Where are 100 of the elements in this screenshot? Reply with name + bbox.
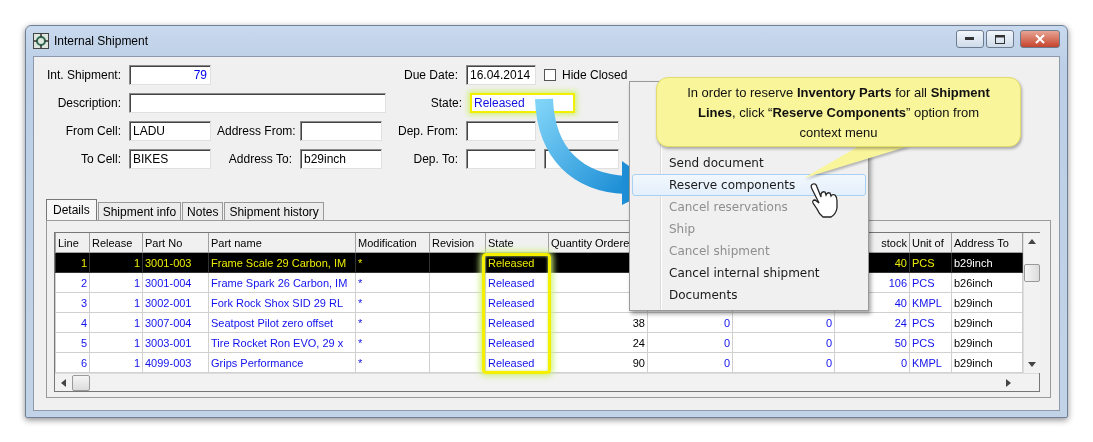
table-cell: 1 [89,292,143,313]
table-cell: 1 [55,252,90,273]
scroll-down-icon[interactable] [1028,362,1036,367]
table-cell: 38 [548,312,648,333]
table-cell: 1 [89,352,143,373]
tab[interactable]: Shipment history [224,202,324,220]
checkbox[interactable] [544,69,556,81]
table-cell: KMPL [909,352,952,373]
table-cell: 4 [55,312,90,333]
close-button[interactable] [1020,30,1060,48]
field-label: Address To: [227,152,292,166]
horizontal-scrollbar[interactable] [55,373,1039,391]
input-field[interactable] [466,149,536,169]
field-label: Dep. From: [397,124,458,138]
field-label: State: [429,96,462,110]
minimize-icon [965,37,975,41]
menu-item[interactable]: Reserve components [632,174,866,196]
table-cell: Fork Rock Shox SID 29 RL [208,292,356,313]
table-cell: b29inch [951,292,1023,313]
table-cell: 0 [732,332,835,353]
menu-item[interactable]: Send document [632,152,866,174]
table-cell: 0 [647,332,733,353]
table-cell: 0 [647,352,733,373]
table-cell: KMPL [909,292,952,313]
column-header[interactable]: Unit of [909,233,952,253]
table-cell: 50 [834,332,910,353]
table-cell: 5 [55,332,90,353]
table-cell: b26inch [951,272,1023,293]
input-field[interactable]: 79 [129,65,211,85]
input-field[interactable]: 16.04.2014 [466,65,536,85]
table-cell: Grips Performance [208,352,356,373]
app-icon [33,33,49,49]
input-field[interactable] [300,121,382,141]
table-cell: 90 [548,352,648,373]
table-cell: 3 [55,292,90,313]
table-cell: * [355,332,430,353]
table-cell: 0 [834,352,910,373]
hand-pointer-icon [809,181,839,219]
table-cell: 1 [89,272,143,293]
table-cell: 1 [89,312,143,333]
checkbox-label: Hide Closed [562,68,628,82]
table-row[interactable]: 6 1 4099-003 Grips Performance * Released 90 0 0 0 KMPL b29inch [55,352,1023,373]
table-cell: PCS [909,312,952,333]
table-cell: * [355,352,430,373]
column-header[interactable]: Address To [951,233,1023,253]
column-header[interactable]: Part name [208,233,356,253]
table-cell: 3007-004 [142,312,209,333]
column-header[interactable]: Line [55,233,90,253]
table-cell: PCS [909,272,952,293]
table-cell: * [355,272,430,293]
input-field[interactable] [129,93,386,113]
scroll-up-icon[interactable] [1028,239,1036,244]
maximize-icon [995,34,1005,44]
field-label: Dep. To: [412,152,458,166]
table-cell: 3003-001 [142,332,209,353]
column-header[interactable]: State [485,233,549,253]
scroll-thumb[interactable] [1024,264,1040,282]
tab[interactable]: Details [46,199,97,220]
vertical-scrollbar[interactable] [1023,233,1040,373]
table-cell: 3001-004 [142,272,209,293]
scroll-left-icon[interactable] [61,378,66,387]
table-row[interactable]: 4 1 3007-004 Seatpost Pilot zero offset * Released 38 0 0 24 PCS b29inch [55,312,1023,333]
column-header[interactable]: Revision [429,233,486,253]
table-cell: b29inch [951,352,1023,373]
column-header[interactable]: Release [89,233,143,253]
table-cell: 4099-003 [142,352,209,373]
input-field[interactable] [466,121,536,141]
table-row[interactable]: 5 1 3003-001 Tire Rocket Ron EVO, 29 x * Released 24 0 0 50 PCS b29inch [55,332,1023,353]
field-label: Due Date: [402,68,458,82]
table-cell: 24 [834,312,910,333]
table-cell: PCS [909,332,952,353]
table-cell: 0 [732,352,835,373]
table-cell: 0 [647,312,733,333]
input-field[interactable]: LADU [129,121,211,141]
tab[interactable]: Shipment info [97,202,182,220]
field-label: To Cell: [80,152,121,166]
maximize-button[interactable] [986,30,1014,48]
close-icon [1035,34,1045,44]
table-cell: 2 [55,272,90,293]
table-cell: b29inch [951,332,1023,353]
minimize-button[interactable] [956,30,984,48]
table-cell: 1 [89,332,143,353]
scroll-thumb[interactable] [72,374,90,391]
field-label: Int. Shipment: [45,68,121,82]
table-cell: Seatpost Pilot zero offset [208,312,356,333]
table-cell: * [355,292,430,313]
window-title: Internal Shipment [54,34,149,48]
table-cell: 6 [55,352,90,373]
table-cell: Tire Rocket Ron EVO, 29 x [208,332,356,353]
column-header[interactable]: Modification [355,233,430,253]
table-cell: 0 [732,312,835,333]
input-field[interactable]: BIKES [129,149,211,169]
tab[interactable]: Notes [182,202,224,220]
table-cell: b29inch [951,312,1023,333]
input-field[interactable]: b29inch [300,149,382,169]
column-header[interactable]: Part No [142,233,209,253]
field-label: Description: [56,96,121,110]
scroll-right-icon[interactable] [1006,378,1011,387]
table-cell: 3002-001 [142,292,209,313]
table-cell: Frame Spark 26 Carbon, IM [208,272,356,293]
